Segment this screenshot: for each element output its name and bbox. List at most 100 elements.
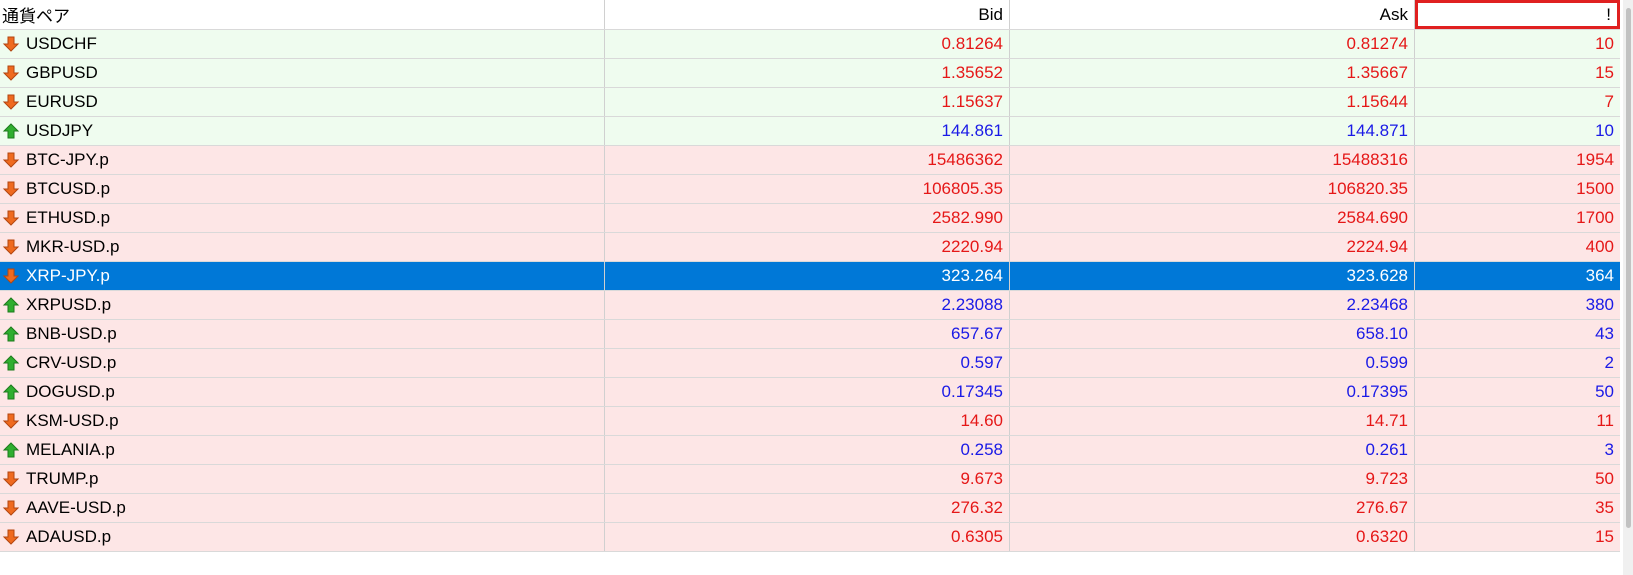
table-row[interactable]: DOGUSD.p 0.17345 0.17395 50 [0, 378, 1620, 407]
symbol-label: XRPUSD.p [26, 295, 112, 314]
spread-cell-value: 15 [1595, 527, 1614, 546]
symbol-label: EURUSD [26, 92, 98, 111]
ask-cell: 0.6320 [1010, 523, 1415, 551]
table-row-selected[interactable]: XRP-JPY.p 323.264 323.628 364 [0, 262, 1620, 291]
symbol-cell: XRPUSD.p [0, 291, 605, 319]
market-watch-table: 通貨ペア Bid Ask ! USDCHF 0.81264 0.81274 10 GBP… [0, 0, 1620, 552]
symbol-label: CRV-USD.p [26, 353, 117, 372]
scrollbar-thumb[interactable] [1626, 8, 1631, 528]
spread-cell: 400 [1415, 233, 1620, 261]
bid-cell-value: 1.15637 [941, 92, 1003, 111]
arrow-down-icon [2, 239, 20, 255]
ask-cell-value: 0.81274 [1346, 34, 1408, 53]
table-row[interactable]: TRUMP.p 9.673 9.723 50 [0, 465, 1620, 494]
ask-cell: 323.628 [1010, 262, 1415, 290]
spread-cell-value: 1700 [1576, 208, 1614, 227]
symbol-label: USDCHF [26, 34, 97, 53]
symbol-cell: USDCHF [0, 30, 605, 58]
table-row[interactable]: GBPUSD 1.35652 1.35667 15 [0, 59, 1620, 88]
header-symbol[interactable]: 通貨ペア [0, 0, 605, 29]
arrow-up-icon [2, 297, 20, 313]
arrow-down-icon [2, 268, 20, 284]
spread-cell: 380 [1415, 291, 1620, 319]
ask-cell-value: 2224.94 [1346, 237, 1408, 256]
vertical-scrollbar[interactable] [1623, 0, 1633, 575]
bid-cell-value: 276.32 [951, 498, 1003, 517]
symbol-cell: BNB-USD.p [0, 320, 605, 348]
spread-cell: 15 [1415, 59, 1620, 87]
ask-cell: 9.723 [1010, 465, 1415, 493]
table-row[interactable]: USDCHF 0.81264 0.81274 10 [0, 30, 1620, 59]
ask-cell: 2224.94 [1010, 233, 1415, 261]
ask-cell-value: 1.35667 [1346, 63, 1408, 82]
spread-cell-value: 10 [1595, 121, 1614, 140]
ask-cell-value: 15488316 [1332, 150, 1408, 169]
bid-cell: 323.264 [605, 262, 1010, 290]
ask-cell-value: 0.17395 [1346, 382, 1408, 401]
symbol-cell: KSM-USD.p [0, 407, 605, 435]
table-row[interactable]: XRPUSD.p 2.23088 2.23468 380 [0, 291, 1620, 320]
bid-cell-value: 0.258 [960, 440, 1003, 459]
arrow-down-icon [2, 65, 20, 81]
ask-cell-value: 2.23468 [1346, 295, 1408, 314]
bid-cell-value: 0.17345 [941, 382, 1003, 401]
table-row[interactable]: ADAUSD.p 0.6305 0.6320 15 [0, 523, 1620, 552]
table-row[interactable]: CRV-USD.p 0.597 0.599 2 [0, 349, 1620, 378]
bid-cell-value: 144.861 [941, 121, 1003, 140]
table-row[interactable]: EURUSD 1.15637 1.15644 7 [0, 88, 1620, 117]
ask-cell: 106820.35 [1010, 175, 1415, 203]
bid-cell-value: 323.264 [941, 266, 1003, 285]
spread-cell: 364 [1415, 262, 1620, 290]
spread-cell-value: 3 [1604, 440, 1614, 459]
bid-cell: 276.32 [605, 494, 1010, 522]
arrow-down-icon [2, 36, 20, 52]
table-row[interactable]: MKR-USD.p 2220.94 2224.94 400 [0, 233, 1620, 262]
symbol-label: MKR-USD.p [26, 237, 120, 256]
bid-cell: 1.35652 [605, 59, 1010, 87]
ask-cell: 0.261 [1010, 436, 1415, 464]
bid-cell: 15486362 [605, 146, 1010, 174]
header-ask[interactable]: Ask [1010, 0, 1415, 29]
symbol-cell: MKR-USD.p [0, 233, 605, 261]
arrow-up-icon [2, 355, 20, 371]
bid-cell: 106805.35 [605, 175, 1010, 203]
arrow-down-icon [2, 500, 20, 516]
ask-cell: 276.67 [1010, 494, 1415, 522]
table-row[interactable]: ETHUSD.p 2582.990 2584.690 1700 [0, 204, 1620, 233]
spread-cell: 10 [1415, 30, 1620, 58]
bid-cell-value: 0.6305 [951, 527, 1003, 546]
ask-cell-value: 2584.690 [1337, 208, 1408, 227]
symbol-label: GBPUSD [26, 63, 98, 82]
bid-cell: 14.60 [605, 407, 1010, 435]
spread-cell: 1500 [1415, 175, 1620, 203]
spread-cell-value: 1500 [1576, 179, 1614, 198]
spread-cell: 1954 [1415, 146, 1620, 174]
table-row[interactable]: KSM-USD.p 14.60 14.71 11 [0, 407, 1620, 436]
bid-cell-value: 15486362 [927, 150, 1003, 169]
header-bid[interactable]: Bid [605, 0, 1010, 29]
bid-cell: 9.673 [605, 465, 1010, 493]
spread-cell-value: 7 [1604, 92, 1614, 111]
table-row[interactable]: BTCUSD.p 106805.35 106820.35 1500 [0, 175, 1620, 204]
spread-cell: 11 [1415, 407, 1620, 435]
header-spread[interactable]: ! [1415, 0, 1620, 29]
arrow-up-icon [2, 384, 20, 400]
spread-cell-value: 50 [1595, 469, 1614, 488]
bid-cell-value: 9.673 [960, 469, 1003, 488]
arrow-down-icon [2, 152, 20, 168]
ask-cell-value: 144.871 [1346, 121, 1408, 140]
table-row[interactable]: MELANIA.p 0.258 0.261 3 [0, 436, 1620, 465]
symbol-cell: XRP-JPY.p [0, 262, 605, 290]
spread-cell: 15 [1415, 523, 1620, 551]
bid-cell-value: 106805.35 [922, 179, 1003, 198]
table-row[interactable]: BTC-JPY.p 15486362 15488316 1954 [0, 146, 1620, 175]
ask-cell-value: 0.599 [1365, 353, 1408, 372]
table-header: 通貨ペア Bid Ask ! [0, 0, 1620, 30]
spread-cell: 43 [1415, 320, 1620, 348]
table-row[interactable]: USDJPY 144.861 144.871 10 [0, 117, 1620, 146]
table-row[interactable]: BNB-USD.p 657.67 658.10 43 [0, 320, 1620, 349]
table-row[interactable]: AAVE-USD.p 276.32 276.67 35 [0, 494, 1620, 523]
ask-cell: 2.23468 [1010, 291, 1415, 319]
spread-cell: 7 [1415, 88, 1620, 116]
ask-cell-value: 9.723 [1365, 469, 1408, 488]
